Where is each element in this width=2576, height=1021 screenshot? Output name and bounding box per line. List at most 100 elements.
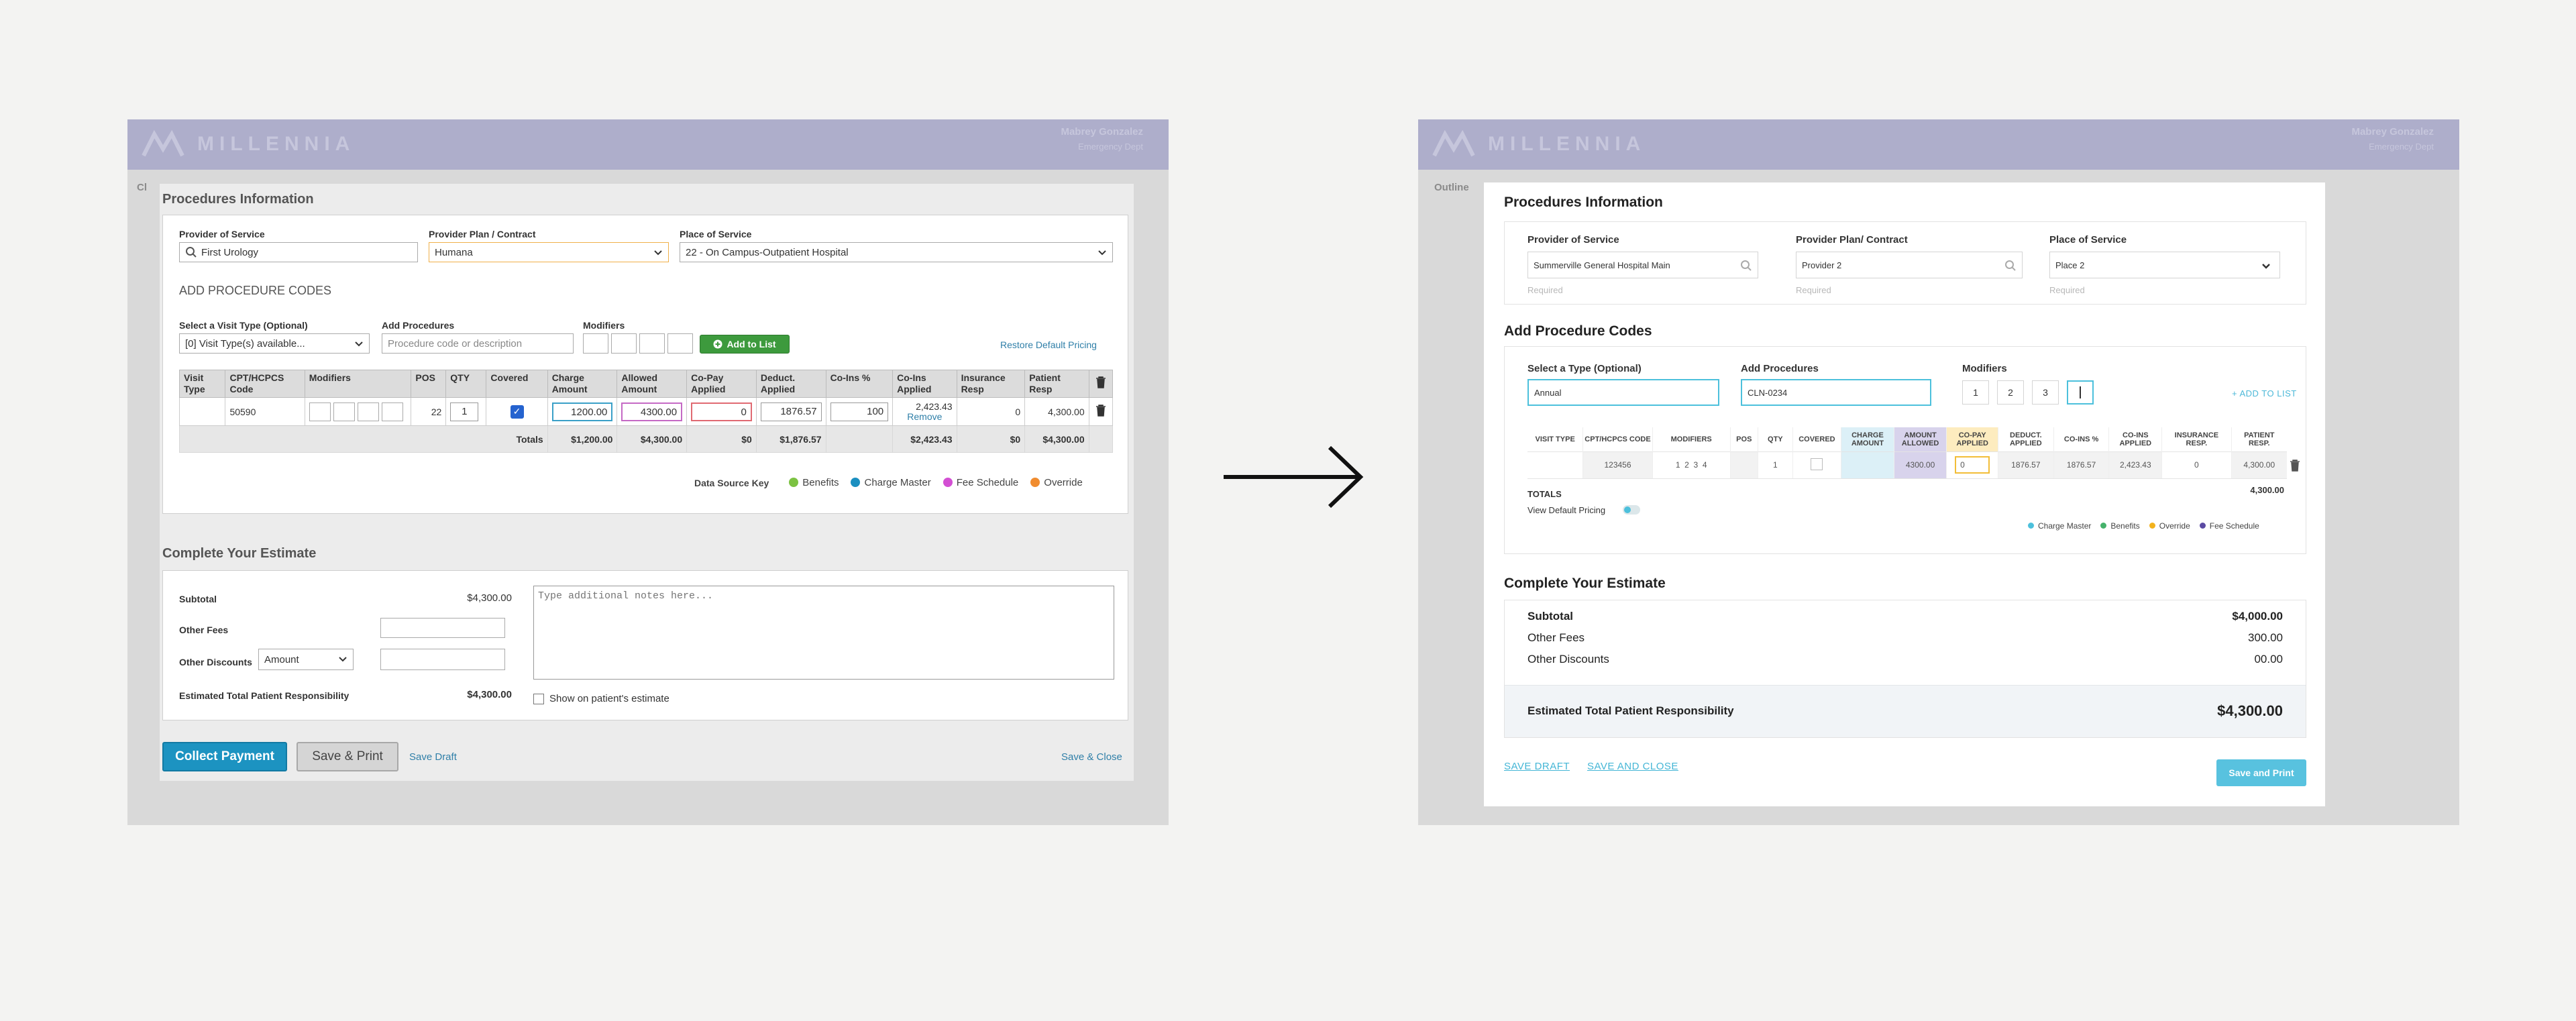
plan-select[interactable]: Humana <box>429 242 669 262</box>
modifier-input-1[interactable] <box>583 333 608 354</box>
modifier-input-3[interactable]: 3 <box>2032 380 2059 405</box>
pos-select[interactable]: 22 - On Campus-Outpatient Hospital <box>680 242 1113 262</box>
visit-type-value: [0] Visit Type(s) available... <box>185 337 305 350</box>
trash-icon[interactable] <box>2290 460 2300 475</box>
save-print-button[interactable]: Save and Print <box>2216 759 2306 786</box>
charge-input[interactable]: 1200.00 <box>551 402 613 421</box>
fee-schedule-dot-icon <box>2199 523 2206 529</box>
col-modifiers: MODIFIERS <box>1652 427 1731 451</box>
procedures-box: Provider of Service First Urology Provid… <box>162 215 1128 514</box>
col-qty: QTY <box>1758 427 1793 451</box>
save-close-link[interactable]: SAVE AND CLOSE <box>1587 761 1678 772</box>
procedures-table: Visit Type CPT/HCPCS Code Modifiers POS … <box>178 370 1114 453</box>
save-draft-link[interactable]: SAVE DRAFT <box>1504 761 1570 772</box>
allowed-input[interactable]: 4300.00 <box>621 402 683 421</box>
coins-pct-input[interactable]: 100 <box>830 402 889 421</box>
col-deduct: Deduct. Applied <box>755 370 826 398</box>
view-default-pricing-label: View Default Pricing <box>1527 505 1606 515</box>
discount-type-select[interactable]: Amount <box>258 649 354 670</box>
notes-textarea[interactable] <box>533 586 1114 680</box>
save-print-button[interactable]: Save & Print <box>297 742 398 771</box>
override-dot-icon <box>1030 478 1040 487</box>
pos-value: Place 2 <box>2055 260 2085 270</box>
col-modifiers: Modifiers <box>304 370 412 398</box>
cell-ins-resp: 0 <box>2161 451 2232 479</box>
visit-type-select[interactable]: [0] Visit Type(s) available... <box>179 333 370 354</box>
view-default-pricing-toggle[interactable] <box>1623 505 1640 515</box>
show-on-estimate[interactable]: Show on patient's estimate <box>533 693 669 704</box>
collect-payment-button[interactable]: Collect Payment <box>162 742 287 771</box>
provider-input[interactable]: Summerville General Hospital Main <box>1527 252 1758 278</box>
col-copay: Co-Pay Applied <box>686 370 757 398</box>
save-close-link[interactable]: Save & Close <box>1061 751 1122 763</box>
chevron-down-icon <box>338 654 347 663</box>
add-procedures-input[interactable]: Procedure code or description <box>382 333 574 354</box>
other-discounts-input[interactable] <box>380 649 505 670</box>
total-ins-resp: $0 <box>956 425 1026 453</box>
data-source-key: Charge Master Benefits Override Fee Sche… <box>2028 521 2259 531</box>
cell-coins-pct: 1876.57 <box>2053 451 2110 479</box>
covered-checkbox[interactable] <box>1811 458 1823 470</box>
type-input[interactable]: Annual <box>1527 379 1719 406</box>
modifier-input-3[interactable] <box>639 333 665 354</box>
modifier-input-2[interactable]: 2 <box>1997 380 2024 405</box>
modifier-input-2[interactable] <box>611 333 637 354</box>
subtotal-label: Subtotal <box>179 594 217 604</box>
cell-allowed[interactable]: 4300.00 <box>1894 451 1947 479</box>
other-fees-value[interactable]: 300.00 <box>2248 631 2283 645</box>
restore-pricing-link[interactable]: Restore Default Pricing <box>1000 339 1097 350</box>
add-to-list-button[interactable]: Add to List <box>700 335 790 354</box>
cell-visit-type <box>1527 451 1584 479</box>
col-covered: Covered <box>486 370 548 398</box>
modifier-input-4[interactable] <box>667 333 693 354</box>
add-codes-title: ADD PROCEDURE CODES <box>179 284 332 297</box>
cell-pos: 22 <box>411 397 447 426</box>
key-override-label: Override <box>1044 477 1083 488</box>
covered-checkbox[interactable]: ✓ <box>510 405 524 419</box>
row-modifier-input[interactable] <box>357 402 379 421</box>
remove-link[interactable]: Remove <box>897 411 952 422</box>
cell-copay: 0 <box>686 397 757 426</box>
cell-patient-resp: 4,300.00 <box>2231 451 2287 479</box>
provider-input[interactable]: First Urology <box>179 242 418 262</box>
other-discounts-value[interactable]: 00.00 <box>2254 653 2283 666</box>
trash-icon[interactable] <box>1095 405 1106 419</box>
procedures-title: Procedures Information <box>162 192 314 207</box>
save-draft-link[interactable]: Save Draft <box>409 751 457 763</box>
cell-qty: 1 <box>445 397 487 426</box>
totals-row: Totals $1,200.00 $4,300.00 $0 $1,876.57 … <box>179 425 1114 453</box>
brand-name: MILLENNIA <box>197 133 356 155</box>
cell-coins-pct: 100 <box>825 397 894 426</box>
total-empty <box>1088 425 1114 453</box>
qty-input[interactable]: 1 <box>450 402 479 421</box>
cell-coins-applied: 2,423.43 Remove <box>892 397 957 426</box>
subtotal-row: Subtotal $4,000.00 <box>1527 610 2283 623</box>
row-modifier-input[interactable] <box>381 402 403 421</box>
modifier-input-1[interactable]: 1 <box>1962 380 1989 405</box>
discount-type-value: Amount <box>264 653 299 665</box>
row-modifier-input[interactable] <box>333 402 355 421</box>
key-benefits-label: Benefits <box>2110 521 2140 531</box>
cell-charge[interactable] <box>1841 451 1894 479</box>
add-procedures-input[interactable]: CLN-0234 <box>1741 379 1931 406</box>
show-on-estimate-checkbox[interactable] <box>533 693 544 704</box>
pos-select[interactable]: Place 2 <box>2049 252 2280 278</box>
user-info[interactable]: Mabrey Gonzalez Emergency Dept <box>2351 125 2434 154</box>
add-to-list-link[interactable]: + ADD TO LIST <box>2232 388 2297 398</box>
estimate-box: Subtotal $4,000.00 Other Fees 300.00 Oth… <box>1504 600 2306 738</box>
estimate-title: Complete Your Estimate <box>1504 576 1666 591</box>
copay-input[interactable]: 0 <box>1955 456 1990 474</box>
other-fees-input[interactable] <box>380 618 505 638</box>
provider-value: First Urology <box>201 246 259 258</box>
plan-input[interactable]: Provider 2 <box>1796 252 2023 278</box>
modifier-input-4[interactable] <box>2067 380 2094 405</box>
plan-label: Provider Plan / Contract <box>429 229 536 239</box>
row-modifier-input[interactable] <box>309 402 331 421</box>
modifiers-label: Modifiers <box>583 320 625 331</box>
user-info[interactable]: Mabrey Gonzalez Emergency Dept <box>1061 125 1143 154</box>
table-row: 50590 22 1 ✓ 1200.00 4300.00 0 1876.57 1… <box>178 397 1114 426</box>
user-name: Mabrey Gonzalez <box>1061 126 1143 138</box>
col-patient-resp: PATIENT RESP. <box>2244 431 2275 447</box>
copay-input[interactable]: 0 <box>691 402 752 421</box>
deduct-input[interactable]: 1876.57 <box>760 402 822 421</box>
